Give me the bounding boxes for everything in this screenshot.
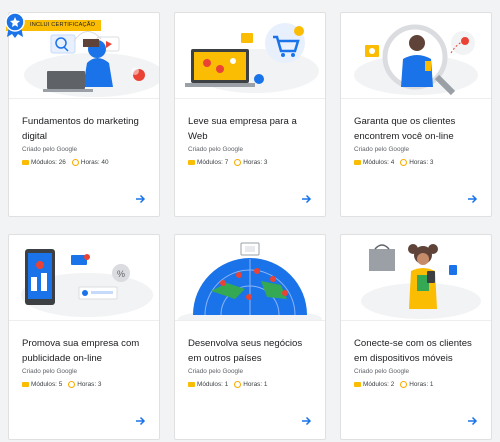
course-meta: Módulos: 5 Horas: 3 (22, 381, 101, 388)
course-meta: Módulos: 7 Horas: 3 (188, 159, 267, 166)
globe-illustration (175, 235, 325, 321)
course-title[interactable]: Garanta que os clientes encontrem você o… (354, 114, 482, 144)
course-title[interactable]: Leve sua empresa para a Web (188, 114, 316, 144)
course-card-3[interactable]: Garanta que os clientes encontrem você o… (340, 12, 492, 217)
modules-count: Módulos: 5 (31, 381, 63, 388)
hours-count: Horas: 3 (77, 381, 102, 388)
book-icon (188, 382, 195, 387)
hours-count: Horas: 40 (80, 159, 109, 166)
hours-count: Horas: 3 (409, 159, 434, 166)
arrow-right-icon[interactable] (134, 193, 146, 205)
svg-text:%: % (117, 269, 125, 279)
arrow-right-icon[interactable] (300, 193, 312, 205)
book-icon (22, 160, 29, 165)
course-meta: Módulos: 26 Horas: 40 (22, 159, 109, 166)
course-card-2[interactable]: Leve sua empresa para a Web Criado pelo … (174, 12, 326, 217)
hours-count: Horas: 1 (409, 381, 434, 388)
course-card-6[interactable]: Conecte-se com os clientes em dispositiv… (340, 234, 492, 440)
course-meta: Módulos: 1 Horas: 1 (188, 381, 267, 388)
hours-count: Horas: 1 (243, 381, 268, 388)
clock-icon (234, 381, 242, 388)
course-card-4[interactable]: % Promova sua empresa com publicidade on… (8, 234, 160, 440)
course-byline: Criado pelo Google (22, 146, 78, 153)
course-title[interactable]: Fundamentos do marketing digital (22, 114, 150, 144)
mobile-illustration (341, 235, 491, 321)
clock-icon (400, 159, 408, 166)
modules-count: Módulos: 1 (197, 381, 229, 388)
modules-count: Módulos: 7 (197, 159, 229, 166)
medal-icon (5, 12, 25, 38)
course-title[interactable]: Promova sua empresa com publicidade on-l… (22, 336, 150, 366)
book-icon (354, 382, 361, 387)
arrow-right-icon[interactable] (300, 415, 312, 427)
course-meta: Módulos: 2 Horas: 1 (354, 381, 433, 388)
hours-count: Horas: 3 (243, 159, 268, 166)
book-icon (354, 160, 361, 165)
arrow-right-icon[interactable] (466, 193, 478, 205)
web-illustration (175, 13, 325, 99)
arrow-right-icon[interactable] (134, 415, 146, 427)
book-icon (22, 382, 29, 387)
course-title[interactable]: Desenvolva seus negócios em outros paíse… (188, 336, 316, 366)
modules-count: Módulos: 4 (363, 159, 395, 166)
course-meta: Módulos: 4 Horas: 3 (354, 159, 433, 166)
course-byline: Criado pelo Google (188, 146, 244, 153)
course-byline: Criado pelo Google (188, 368, 244, 375)
course-card-1[interactable]: Fundamentos do marketing digital Criado … (8, 12, 160, 217)
book-icon (188, 160, 195, 165)
course-title[interactable]: Conecte-se com os clientes em dispositiv… (354, 336, 482, 366)
modules-count: Módulos: 26 (31, 159, 66, 166)
ads-illustration: % (9, 235, 159, 321)
course-byline: Criado pelo Google (22, 368, 78, 375)
clock-icon (234, 159, 242, 166)
clock-icon (71, 159, 79, 166)
clock-icon (400, 381, 408, 388)
search-illustration (341, 13, 491, 99)
modules-count: Módulos: 2 (363, 381, 395, 388)
course-card-5[interactable]: Desenvolva seus negócios em outros paíse… (174, 234, 326, 440)
course-byline: Criado pelo Google (354, 368, 410, 375)
arrow-right-icon[interactable] (466, 415, 478, 427)
course-byline: Criado pelo Google (354, 146, 410, 153)
clock-icon (68, 381, 76, 388)
